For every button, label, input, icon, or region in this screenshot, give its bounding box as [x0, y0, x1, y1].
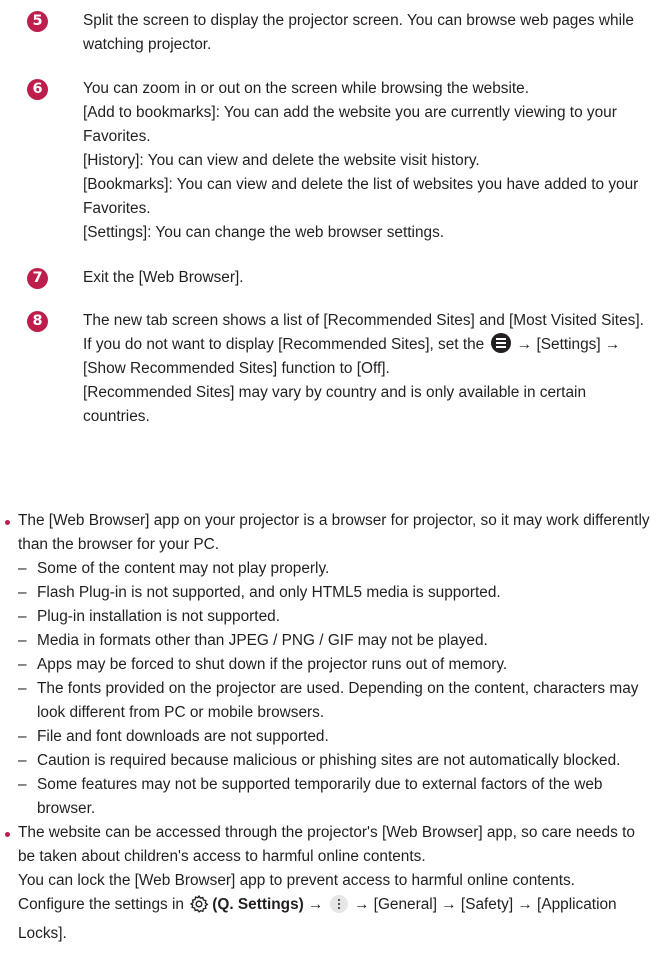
step-6-body: You can zoom in or out on the screen whi…: [83, 77, 653, 245]
note-text: Configure the settings in (Q. Settings) …: [18, 893, 654, 946]
sub-list-item: – Plug-in installation is not supported.: [18, 605, 654, 629]
step-number-badge: 7: [27, 268, 48, 289]
dash-marker: –: [18, 584, 27, 601]
menu-icon: [490, 333, 511, 353]
dash-marker: –: [18, 608, 27, 625]
sub-list-item: – Apps may be forced to shut down if the …: [18, 653, 654, 677]
step-text: The new tab screen shows a list of [Reco…: [83, 312, 644, 329]
dash-marker: –: [18, 656, 27, 673]
sub-list-item: – Flash Plug-in is not supported, and onl…: [18, 581, 654, 605]
sub-item-text: Apps may be forced to shut down if the p…: [37, 656, 508, 673]
step-number-badge: 6: [27, 79, 48, 100]
note-text-part: Configure the settings in: [18, 896, 184, 913]
dash-marker: –: [18, 632, 27, 649]
sub-item-text: Plug-in installation is not supported.: [37, 608, 280, 625]
step-text: [Add to bookmarks]: You can add the webs…: [83, 104, 617, 145]
note-text: You can lock the [Web Browser] app to pr…: [18, 872, 575, 889]
sub-list: – Some of the content may not play proper…: [18, 557, 654, 821]
note-text: The website can be accessed through the …: [18, 824, 635, 865]
dash-marker: –: [18, 680, 27, 697]
step-8-body: The new tab screen shows a list of [Reco…: [83, 309, 653, 429]
bullet-dot: [5, 520, 10, 525]
step-text-part: If you do not want to display [Recommend…: [83, 336, 485, 353]
bullet-dot: [5, 832, 10, 837]
sub-item-text: Flash Plug-in is not supported, and only…: [37, 584, 501, 601]
step-text: Split the screen to display the projecto…: [83, 12, 634, 53]
sub-item-text: Media in formats other than JPEG / PNG /…: [37, 632, 488, 649]
dash-marker: –: [18, 776, 27, 793]
note-body: The website can be accessed through the …: [18, 821, 654, 946]
sub-item-text: Some of the content may not play properl…: [37, 560, 330, 577]
sub-item-text: Some features may not be supported tempo…: [37, 776, 603, 817]
step-text: Exit the [Web Browser].: [83, 269, 244, 286]
sub-list-item: – Some features may not be supported temp…: [18, 773, 654, 821]
gear-icon: [189, 894, 209, 922]
q-settings-label: (Q. Settings): [212, 896, 304, 913]
sub-list-item: – File and font downloads are not support…: [18, 725, 654, 749]
step-number-badge: 5: [27, 11, 48, 32]
step-text: [Bookmarks]: You can view and delete the…: [83, 176, 639, 217]
step-text: If you do not want to display [Recommend…: [83, 333, 653, 381]
dash-marker: –: [18, 752, 27, 769]
arrow: →: [308, 896, 324, 913]
step-text: [History]: You can view and delete the w…: [83, 152, 480, 169]
step-text: [Settings]: You can change the web brows…: [83, 224, 445, 241]
sub-item-text: Caution is required because malicious or…: [37, 752, 621, 769]
step-7-body: Exit the [Web Browser].: [83, 266, 653, 290]
sub-list-item: – The fonts provided on the projector are…: [18, 677, 654, 725]
step-5-body: Split the screen to display the projecto…: [83, 9, 653, 57]
sub-list-item: – Caution is required because malicious o…: [18, 749, 654, 773]
dash-marker: –: [18, 560, 27, 577]
step-text: [Recommended Sites] may vary by country …: [83, 384, 586, 425]
sub-list-item: – Some of the content may not play proper…: [18, 557, 654, 581]
sub-list-item: – Media in formats other than JPEG / PNG …: [18, 629, 654, 653]
sub-item-text: The fonts provided on the projector are …: [37, 680, 639, 721]
dash-marker: –: [18, 728, 27, 745]
sub-item-text: File and font downloads are not supporte…: [37, 728, 329, 745]
more-options-icon: [329, 895, 348, 913]
step-text: You can zoom in or out on the screen whi…: [83, 80, 530, 97]
note-body: The [Web Browser] app on your projector …: [18, 509, 654, 821]
manual-page: 5 Split the screen to display the projec…: [0, 0, 657, 965]
note-text: The [Web Browser] app on your projector …: [18, 512, 650, 553]
step-number-badge: 8: [27, 311, 48, 332]
